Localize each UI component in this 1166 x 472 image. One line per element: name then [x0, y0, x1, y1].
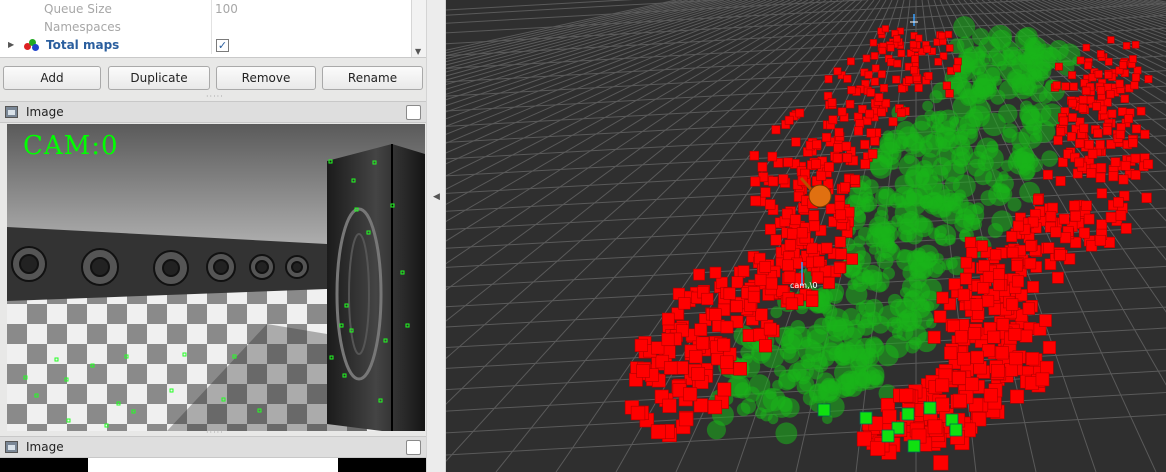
- queue-size-value[interactable]: 100: [215, 0, 238, 18]
- rename-button[interactable]: Rename: [322, 66, 423, 90]
- camera-scene-image: CAM:0: [7, 124, 425, 431]
- panel-float-button[interactable]: [406, 440, 421, 455]
- scroll-down-icon[interactable]: ▼: [415, 47, 421, 56]
- namespaces-label: Namespaces: [44, 20, 121, 34]
- left-panel: Queue Size 100 Namespaces ▶ Total maps ✓…: [0, 0, 426, 472]
- properties-scrollbar[interactable]: ▼: [411, 0, 426, 57]
- image-panel-title: Image: [26, 440, 64, 454]
- total-maps-row[interactable]: ▶ Total maps ✓: [0, 36, 410, 54]
- camera-frame-label: cam,\0: [790, 281, 817, 290]
- splitter-handle[interactable]: ·····: [206, 93, 223, 101]
- camera-image-view: CAM:0: [7, 124, 425, 431]
- occupancy-map-scene[interactable]: cam,\0: [446, 0, 1166, 472]
- queue-size-row[interactable]: Queue Size 100: [0, 0, 410, 18]
- image-panel-title-bar[interactable]: Image: [0, 101, 426, 123]
- 3d-render-view[interactable]: cam,\0: [446, 0, 1166, 472]
- image-panel-title-bar[interactable]: Image: [0, 436, 426, 458]
- panel-collapse-divider[interactable]: ◀: [426, 0, 446, 472]
- splitter-handle[interactable]: ·····: [206, 429, 223, 437]
- queue-size-label: Queue Size: [44, 2, 112, 16]
- add-button[interactable]: Add: [3, 66, 101, 90]
- duplicate-button[interactable]: Duplicate: [108, 66, 210, 90]
- namespaces-row[interactable]: Namespaces: [0, 18, 410, 36]
- total-maps-label: Total maps: [46, 38, 120, 52]
- image-panel-icon: [5, 441, 18, 453]
- expand-arrow-icon[interactable]: ▶: [8, 36, 14, 54]
- image-panel-title: Image: [26, 105, 64, 119]
- total-maps-checkbox[interactable]: ✓: [216, 39, 229, 52]
- collapse-left-icon[interactable]: ◀: [433, 192, 440, 202]
- second-image-view: [0, 458, 426, 472]
- remove-button[interactable]: Remove: [216, 66, 316, 90]
- display-button-bar: Add Duplicate Remove Rename: [0, 66, 426, 92]
- display-properties-tree: Queue Size 100 Namespaces ▶ Total maps ✓…: [0, 0, 426, 58]
- rgb-balls-icon: [24, 39, 40, 53]
- panel-float-button[interactable]: [406, 105, 421, 120]
- cam-overlay-label: CAM:0: [23, 131, 119, 161]
- image-panel-icon: [5, 106, 18, 118]
